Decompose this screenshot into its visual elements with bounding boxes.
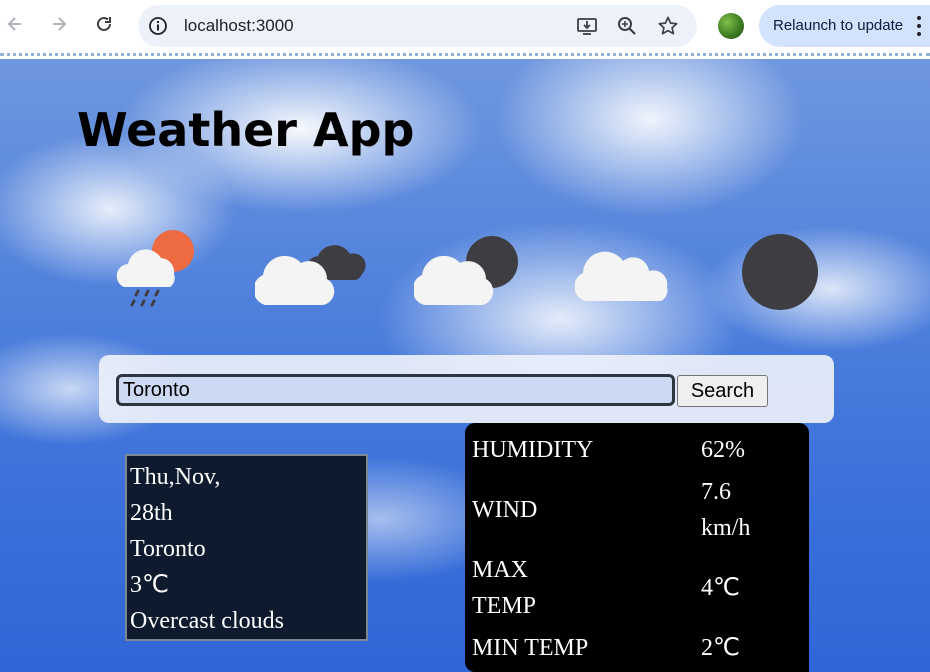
url-text[interactable]: localhost:3000 — [184, 16, 294, 36]
relaunch-button[interactable]: Relaunch to update — [759, 5, 930, 47]
humidity-value: 62% — [701, 437, 745, 463]
weather-description: Overcast clouds — [130, 608, 284, 634]
current-weather-card: Thu,Nov, 28th Toronto 3℃ Overcast clouds — [125, 454, 368, 641]
wind-value-line-2: km/h — [701, 515, 751, 541]
search-button[interactable]: Search — [677, 375, 768, 407]
city-name: Toronto — [130, 536, 206, 562]
relaunch-label: Relaunch to update — [773, 17, 904, 34]
wind-value-line-1: 7.6 — [701, 479, 731, 505]
rain-cloud-sun-icon — [116, 230, 194, 307]
dark-circle-icon — [742, 234, 818, 310]
humidity-label: HUMIDITY — [472, 437, 594, 463]
max-temp-label-line-1: MAX — [472, 557, 529, 583]
weather-app-page: Weather App Search Thu,Nov, 28th Toronto… — [0, 59, 930, 672]
max-temp-value: 4℃ — [701, 575, 740, 601]
back-icon[interactable] — [2, 11, 28, 37]
info-icon[interactable] — [148, 16, 168, 36]
more-menu-icon[interactable] — [913, 16, 925, 36]
weather-details-card: HUMIDITY 62% WIND 7.6 km/h MAX TEMP 4℃ M… — [465, 423, 809, 672]
date-line-1: Thu,Nov, — [130, 464, 221, 490]
cloud-moon-icon — [414, 236, 518, 305]
forward-icon[interactable] — [46, 11, 72, 37]
max-temp-label-line-2: TEMP — [472, 593, 537, 619]
date-line-2: 28th — [130, 500, 173, 526]
bookmark-star-icon[interactable] — [657, 15, 679, 37]
wind-label: WIND — [472, 497, 538, 523]
install-icon[interactable] — [576, 15, 598, 37]
reload-icon[interactable] — [91, 11, 117, 37]
zoom-icon[interactable] — [616, 15, 638, 37]
search-input[interactable] — [116, 374, 675, 406]
cloud-dark-cloud-icon — [255, 245, 366, 305]
min-temp-value: 2℃ — [701, 635, 740, 661]
min-temp-label: MIN TEMP — [472, 635, 589, 661]
current-temperature: 3℃ — [130, 572, 169, 598]
address-bar[interactable]: localhost:3000 — [138, 5, 697, 47]
page-title: Weather App — [77, 103, 415, 157]
browser-toolbar: localhost:3000 Relaunch to update — [0, 0, 930, 56]
profile-avatar[interactable] — [718, 13, 744, 39]
search-panel: Search — [99, 355, 834, 423]
cloud-icon — [575, 251, 668, 301]
